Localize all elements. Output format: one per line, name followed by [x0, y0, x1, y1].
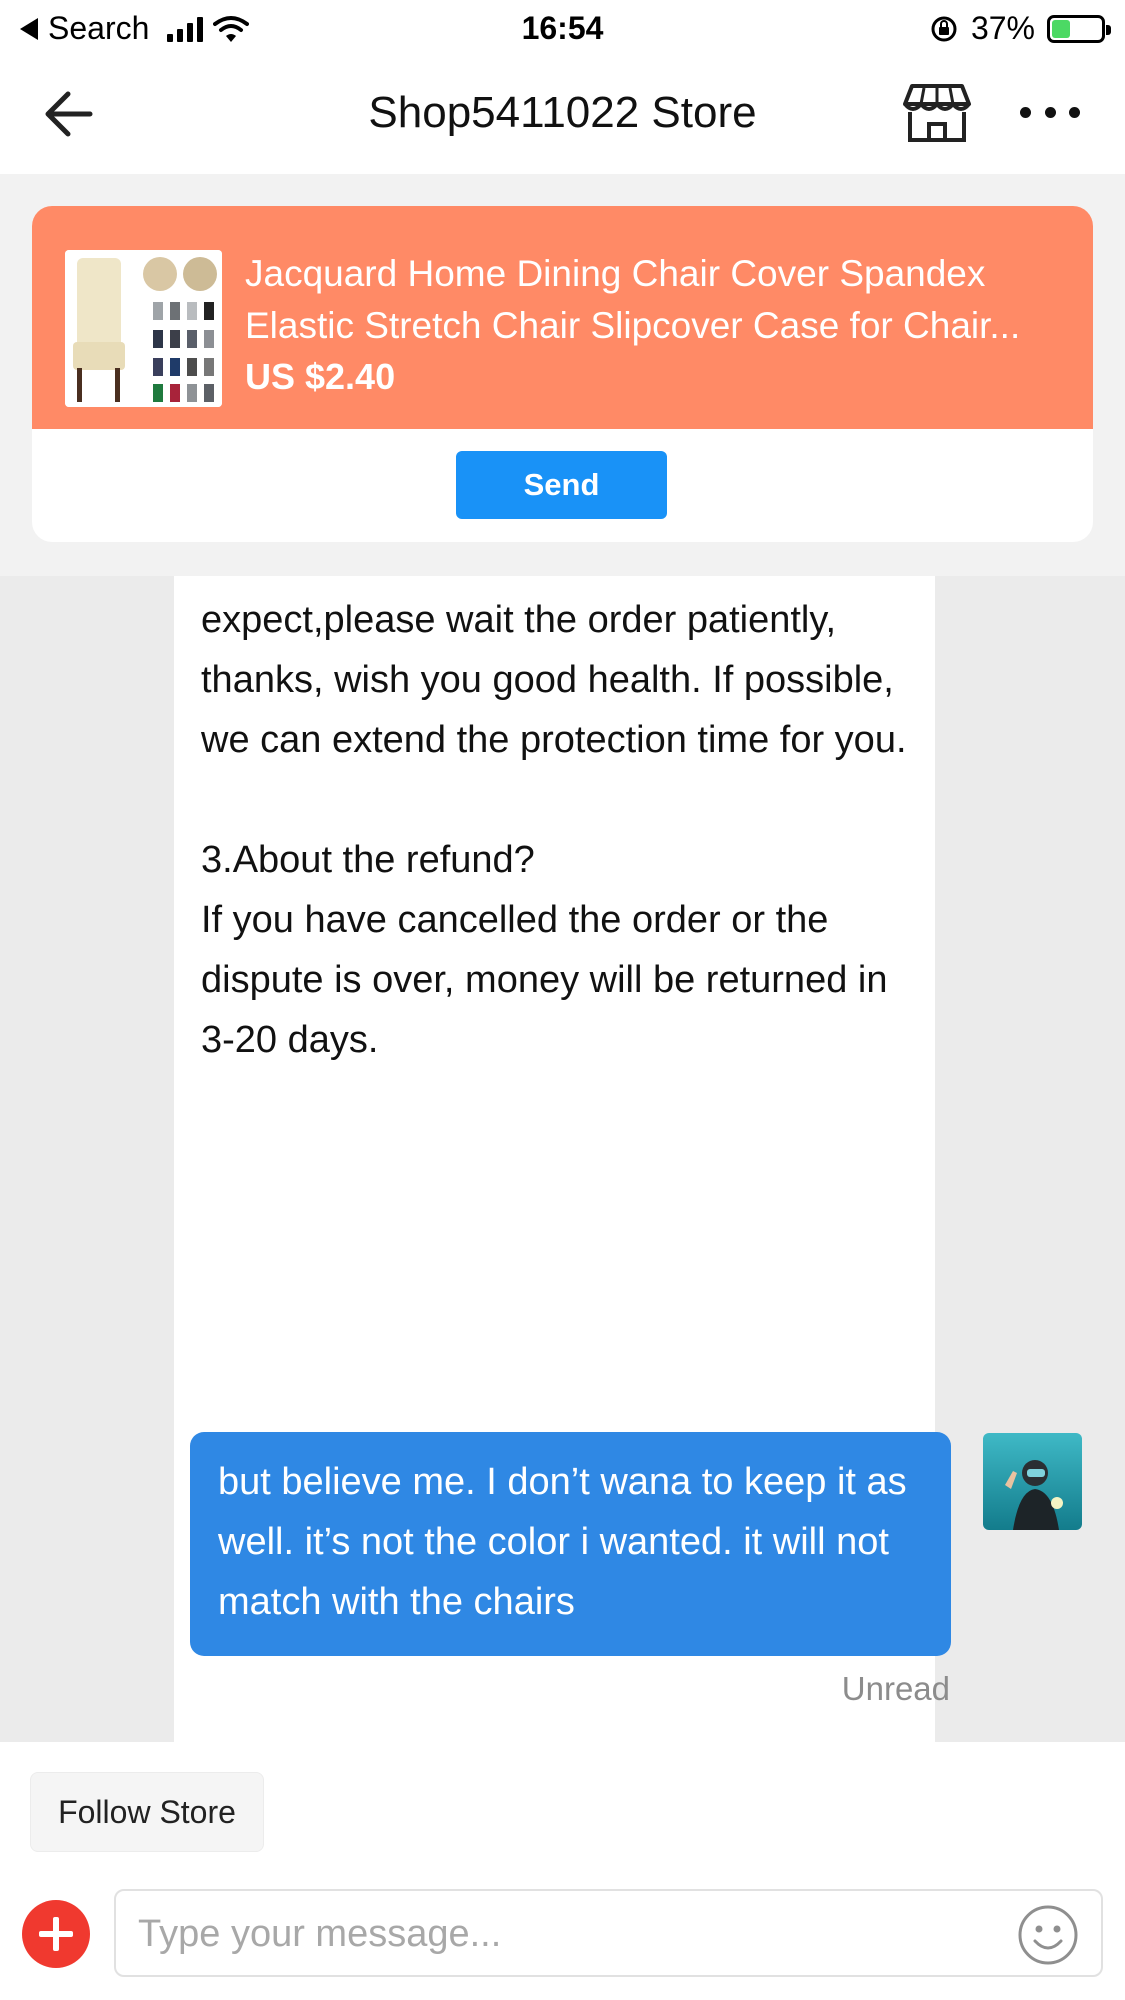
nav-header: Shop5411022 Store: [0, 56, 1125, 174]
back-to-app-icon: [20, 17, 38, 40]
user-avatar-icon: [983, 1433, 1082, 1530]
outgoing-message-text: but believe me. I don’t wana to keep it …: [218, 1461, 907, 1623]
store-button[interactable]: [902, 82, 972, 144]
battery-percent: 37%: [970, 10, 1035, 46]
product-title[interactable]: Jacquard Home Dining Chair Cover Spandex…: [245, 248, 1075, 352]
emoji-button[interactable]: [1016, 1903, 1080, 1967]
chat-area[interactable]: expect,please wait the order patiently, …: [0, 576, 1125, 1742]
more-icon-dot: [1044, 106, 1056, 118]
follow-store-button[interactable]: Follow Store: [30, 1772, 264, 1852]
product-image[interactable]: [65, 250, 222, 407]
status-left[interactable]: Search: [20, 10, 250, 47]
more-icon-dot: [1020, 106, 1031, 118]
back-app-label: Search: [48, 10, 150, 46]
status-bar: Search 16:54 37%: [0, 0, 1125, 56]
more-icon-dot: [1069, 106, 1080, 118]
back-arrow-icon: [45, 91, 93, 137]
rotation-lock-icon: [931, 16, 957, 41]
outgoing-message-bubble[interactable]: but believe me. I don’t wana to keep it …: [190, 1432, 951, 1656]
incoming-message-text: expect,please wait the order patiently, …: [201, 599, 907, 1061]
avatar[interactable]: [983, 1433, 1082, 1530]
chair-cover-thumbnail-icon: [65, 250, 222, 407]
product-area: Jacquard Home Dining Chair Cover Spandex…: [0, 174, 1125, 576]
more-button[interactable]: [1020, 92, 1080, 132]
message-input-container[interactable]: [114, 1889, 1103, 1977]
add-attachment-button[interactable]: [22, 1900, 90, 1968]
product-info[interactable]: Jacquard Home Dining Chair Cover Spandex…: [32, 206, 1093, 429]
product-card: Jacquard Home Dining Chair Cover Spandex…: [32, 206, 1093, 542]
back-button[interactable]: [40, 86, 104, 142]
battery-icon: [1047, 14, 1111, 43]
status-right: 37%: [929, 10, 1111, 47]
send-product-button[interactable]: Send: [456, 451, 667, 519]
product-price: US $2.40: [245, 356, 396, 397]
wifi-icon: [213, 15, 250, 42]
smiley-icon: [1018, 1905, 1078, 1965]
read-status: Unread: [841, 1670, 950, 1707]
cellular-signal-icon: [167, 16, 204, 42]
bottom-bar: Follow Store: [0, 1742, 1125, 2000]
battery-level: [1052, 19, 1070, 38]
store-icon: [903, 84, 971, 142]
message-input[interactable]: [138, 1899, 998, 1969]
